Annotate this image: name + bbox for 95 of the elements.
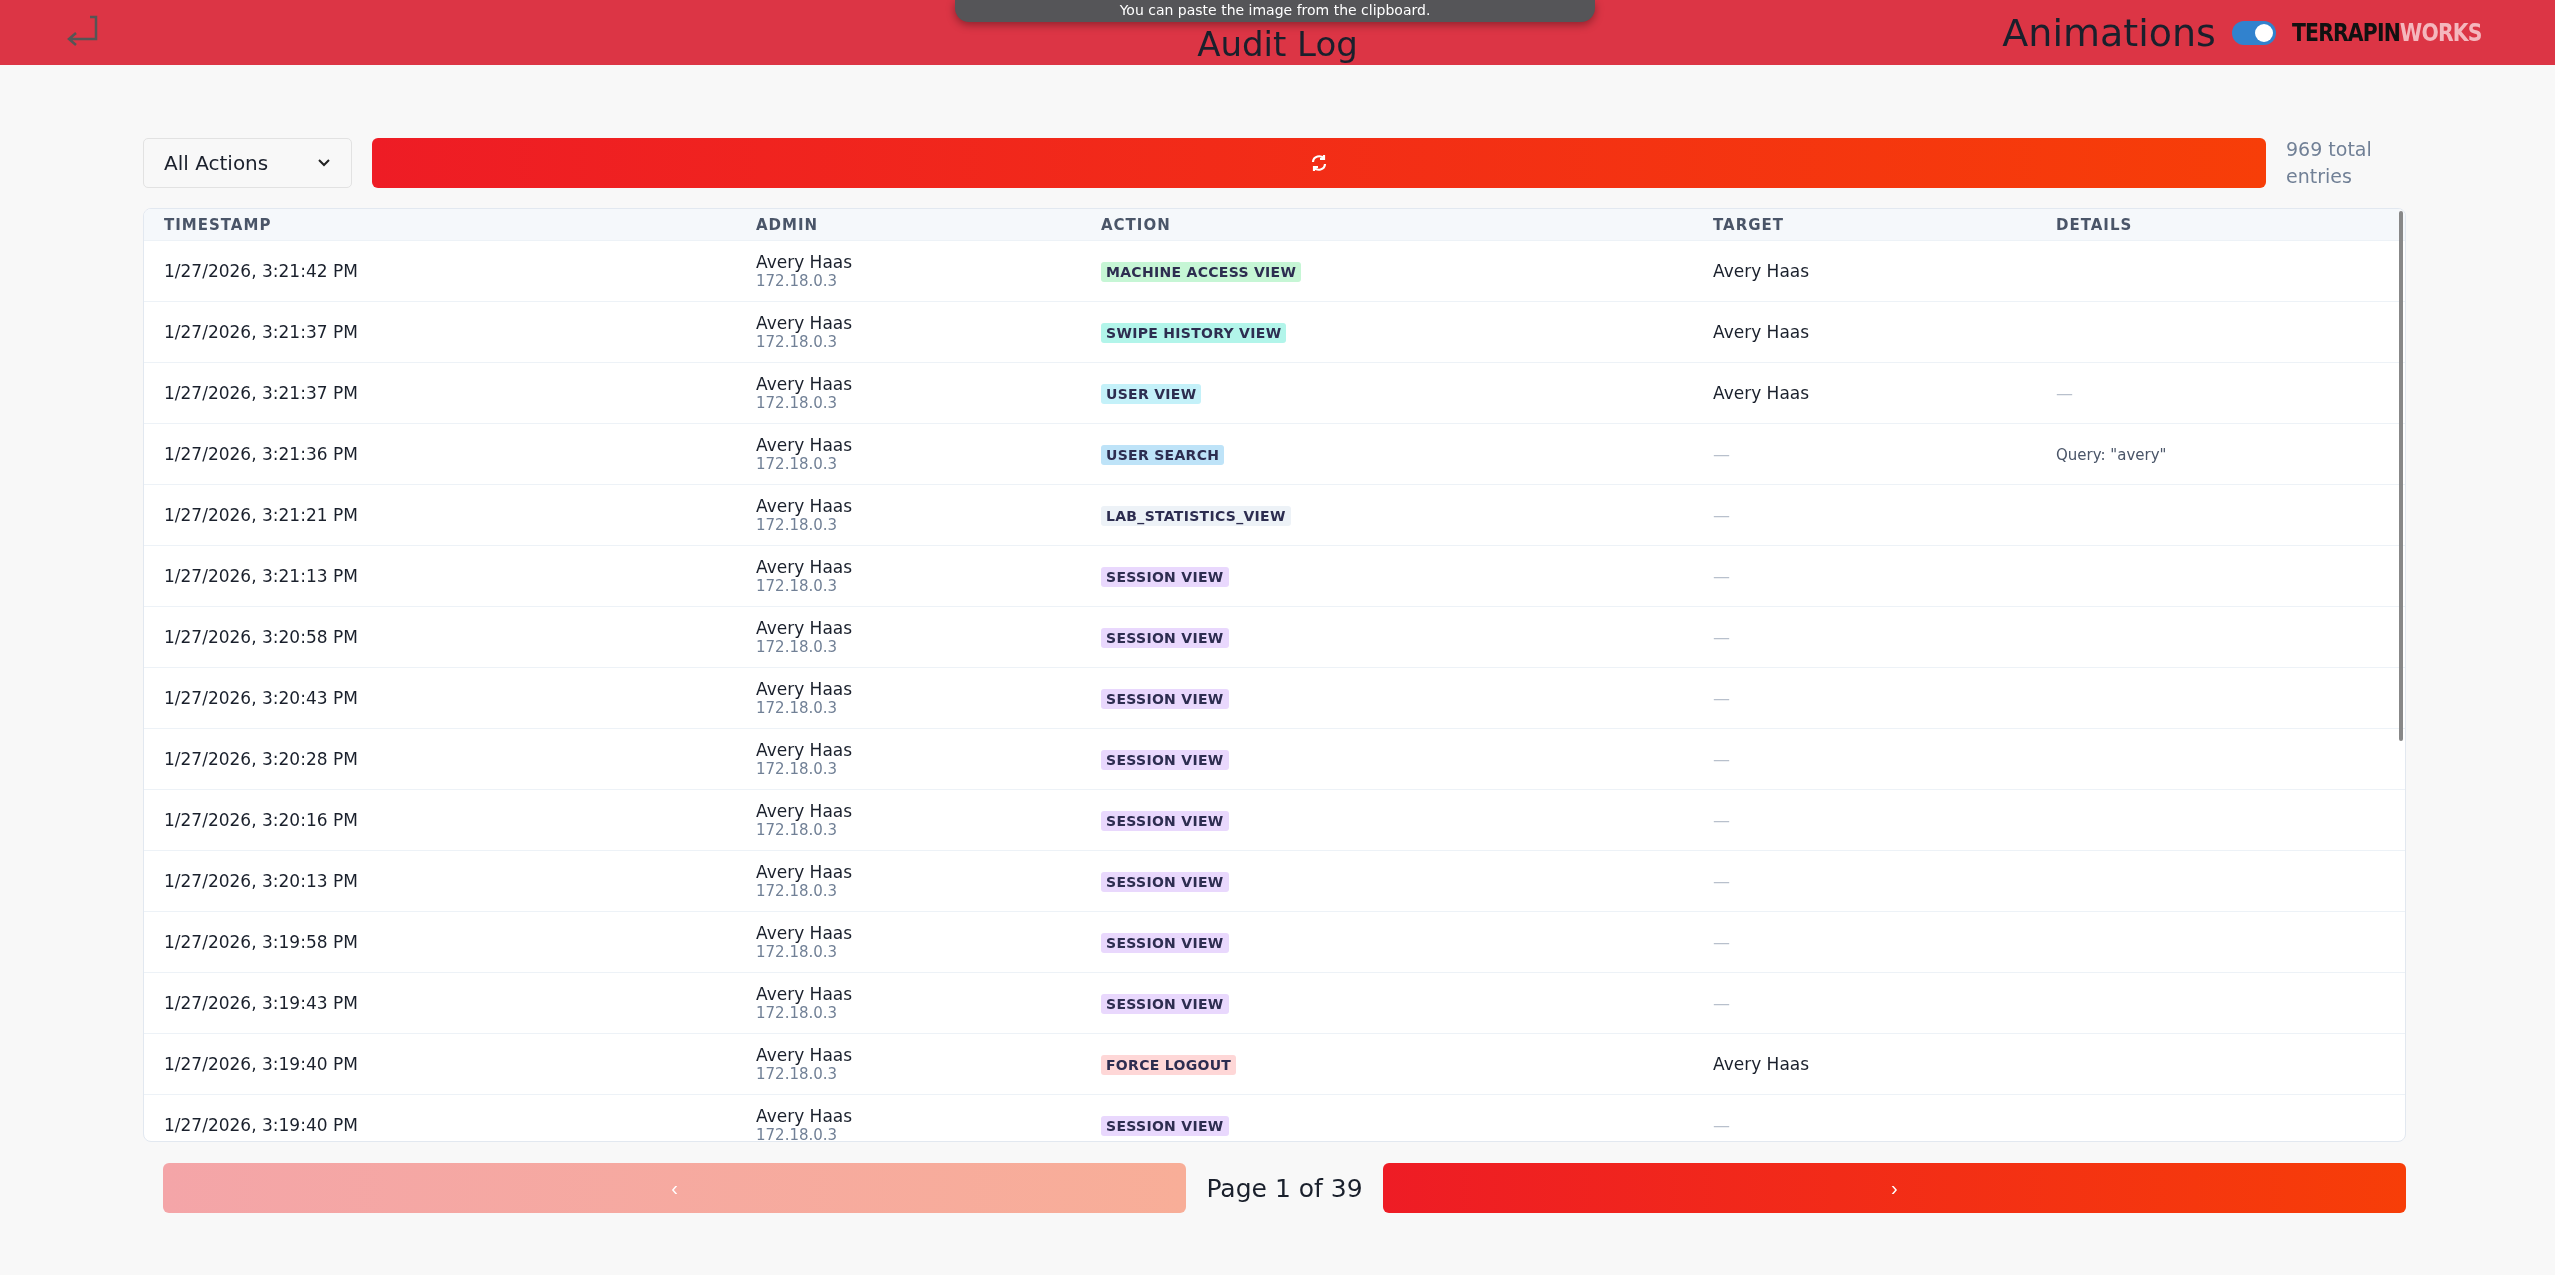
ip-address: 172.18.0.3: [756, 943, 839, 961]
toast-notification: You can paste the image from the clipboard.: [955, 0, 1595, 22]
action-badge: SESSION VIEW: [1101, 872, 1229, 892]
timestamp-cell-text: 1/27/2026, 3:20:16 PM: [164, 810, 359, 830]
target-cell: —: [1713, 993, 1730, 1013]
refresh-button[interactable]: [372, 138, 2266, 188]
ip-address: 172.18.0.3: [756, 760, 839, 778]
column-header: ADMIN: [756, 215, 820, 234]
admin-name: Avery Haas: [756, 252, 854, 272]
ip-address: 172.18.0.3: [756, 821, 839, 839]
timestamp-cell-text: 1/27/2026, 3:21:37 PM: [164, 383, 359, 403]
action-badge: SESSION VIEW: [1101, 567, 1229, 587]
target-cell: Avery Haas: [1713, 322, 1810, 342]
admin-name: Avery Haas: [756, 374, 854, 394]
action-badge: SESSION VIEW: [1101, 628, 1229, 648]
admin-name: Avery Haas: [756, 1045, 854, 1065]
timestamp-cell-text: 1/27/2026, 3:20:28 PM: [164, 749, 359, 769]
ip-address: 172.18.0.3: [756, 516, 839, 534]
ip-address: 172.18.0.3: [756, 272, 839, 290]
ip-address: 172.18.0.3: [756, 882, 839, 900]
action-badge: SWIPE HISTORY VIEW: [1101, 323, 1287, 343]
admin-name: Avery Haas: [756, 862, 854, 882]
timestamp-cell-text: 1/27/2026, 3:21:36 PM: [164, 444, 359, 464]
column-header: TIMESTAMP: [164, 215, 273, 234]
action-badge: LAB_STATISTICS_VIEW: [1101, 506, 1291, 526]
admin-name: Avery Haas: [756, 435, 854, 455]
timestamp-cell-text: 1/27/2026, 3:19:40 PM: [164, 1115, 359, 1135]
target-cell: —: [1713, 566, 1730, 586]
target-cell: —: [1713, 1115, 1730, 1135]
scrollbar[interactable]: [2399, 211, 2403, 741]
timestamp-cell-text: 1/27/2026, 3:19:40 PM: [164, 1054, 359, 1074]
ip-address: 172.18.0.3: [756, 699, 839, 717]
timestamp-cell-text: 1/27/2026, 3:21:13 PM: [164, 566, 359, 586]
ip-address: 172.18.0.3: [756, 1065, 839, 1083]
admin-name: Avery Haas: [756, 740, 854, 760]
action-badge: USER VIEW: [1101, 384, 1202, 404]
timestamp-cell-text: 1/27/2026, 3:21:42 PM: [164, 261, 359, 281]
target-cell: —: [1713, 688, 1730, 708]
column-header: TARGET: [1713, 215, 1786, 234]
target-cell: Avery Haas: [1713, 261, 1810, 281]
target-cell: Avery Haas: [1713, 1054, 1810, 1074]
action-filter-dropdown[interactable]: All Actions: [143, 138, 352, 188]
timestamp-cell-text: 1/27/2026, 3:20:43 PM: [164, 688, 359, 708]
chevron-down-icon: [317, 158, 331, 168]
admin-name: Avery Haas: [756, 618, 854, 638]
ip-address: 172.18.0.3: [756, 1004, 839, 1022]
action-badge: FORCE LOGOUT: [1101, 1055, 1237, 1075]
admin-name: Avery Haas: [756, 801, 854, 821]
column-header: DETAILS: [2056, 215, 2134, 234]
timestamp-cell-text: 1/27/2026, 3:21:21 PM: [164, 505, 359, 525]
ip-address: 172.18.0.3: [756, 394, 839, 412]
action-badge: SESSION VIEW: [1101, 994, 1229, 1014]
animations-toggle[interactable]: [2231, 20, 2276, 45]
ip-address: 172.18.0.3: [756, 333, 839, 351]
target-cell: —: [1713, 932, 1730, 952]
animations-label: Animations: [2002, 10, 2216, 55]
timestamp-cell-text: 1/27/2026, 3:21:37 PM: [164, 322, 359, 342]
ip-address: 172.18.0.3: [756, 638, 839, 656]
refresh-icon: [1309, 153, 1329, 173]
admin-name: Avery Haas: [756, 1106, 854, 1126]
admin-name: Avery Haas: [756, 923, 854, 943]
timestamp-cell-text: 1/27/2026, 3:20:13 PM: [164, 871, 359, 891]
logo: TERRAPINWORKS: [2291, 18, 2482, 47]
ip-address: 172.18.0.3: [756, 577, 839, 595]
page-title: Audit Log: [1197, 24, 1358, 64]
target-cell: Avery Haas: [1713, 383, 1810, 403]
action-badge: SESSION VIEW: [1101, 933, 1229, 953]
timestamp-cell-text: 1/27/2026, 3:19:43 PM: [164, 993, 359, 1013]
action-badge: SESSION VIEW: [1101, 750, 1229, 770]
ip-address: 172.18.0.3: [756, 455, 839, 473]
column-header: ACTION: [1101, 215, 1172, 234]
details-cell: Query: "avery": [2056, 446, 2167, 464]
action-badge: SESSION VIEW: [1101, 689, 1229, 709]
target-cell: —: [1713, 444, 1730, 464]
page-indicator: Page 1 of 39: [1206, 1173, 1363, 1203]
admin-name: Avery Haas: [756, 984, 854, 1004]
target-cell: —: [1713, 810, 1730, 830]
timestamp-cell-text: 1/27/2026, 3:19:58 PM: [164, 932, 359, 952]
target-cell: —: [1713, 505, 1730, 525]
timestamp-cell-text: 1/27/2026, 3:20:58 PM: [164, 627, 359, 647]
ip-address: 172.18.0.3: [756, 1126, 839, 1141]
action-badge: SESSION VIEW: [1101, 811, 1229, 831]
action-badge: USER SEARCH: [1101, 445, 1225, 465]
admin-name: Avery Haas: [756, 679, 854, 699]
admin-name: Avery Haas: [756, 313, 854, 333]
action-badge: SESSION VIEW: [1101, 1116, 1229, 1136]
total-entries: 969 total entries: [2286, 137, 2373, 189]
admin-name: Avery Haas: [756, 496, 854, 516]
target-cell: —: [1713, 627, 1730, 647]
details-cell: —: [2056, 383, 2073, 403]
target-cell: —: [1713, 871, 1730, 891]
action-badge: MACHINE ACCESS VIEW: [1101, 262, 1302, 282]
next-page-button[interactable]: ›: [1382, 1163, 2406, 1213]
target-cell: —: [1713, 749, 1730, 769]
admin-name: Avery Haas: [756, 557, 854, 577]
